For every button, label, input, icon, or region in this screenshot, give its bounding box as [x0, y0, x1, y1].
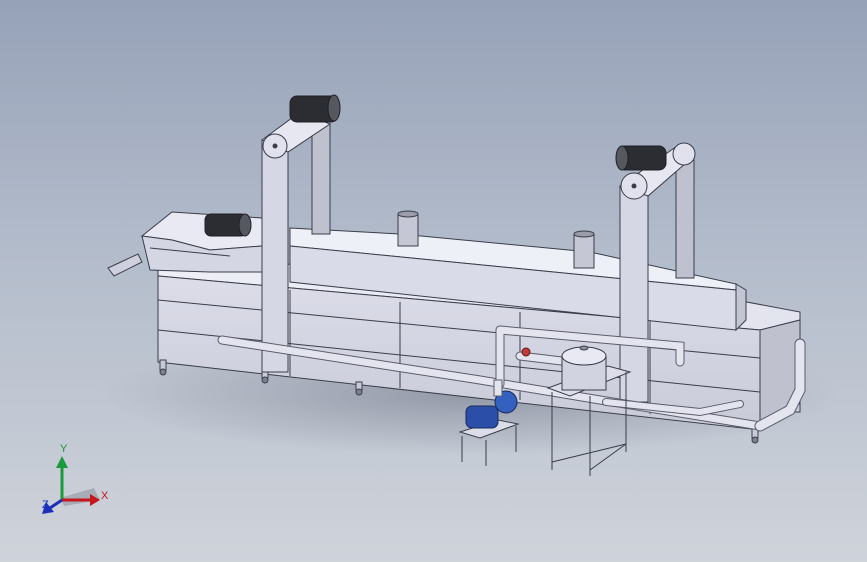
exhaust-stack-left [397, 213, 419, 247]
lift-column-front [619, 185, 649, 403]
caster [159, 368, 167, 376]
motor-end-cap [238, 213, 252, 237]
lift-motor-left[interactable] [289, 94, 341, 123]
lift-column-front [261, 139, 289, 373]
lift-motor-right[interactable] [615, 145, 667, 171]
fryer-assembly-model[interactable] [0, 0, 867, 562]
pump-outlet [493, 379, 503, 397]
filter-vessel-knob [579, 345, 589, 351]
motor-end-cap [327, 94, 341, 122]
caster [261, 376, 269, 384]
lift-pulley-back [672, 142, 696, 166]
pump-motor [465, 405, 499, 429]
caster [751, 436, 759, 444]
exhaust-stack-right [573, 233, 595, 269]
lift-column-back [311, 123, 331, 235]
x-axis-label: X [101, 490, 109, 502]
z-axis-label: Z [42, 499, 49, 511]
caster [355, 388, 363, 396]
motor-end-cap [615, 145, 629, 171]
exhaust-stack-left-top [397, 210, 419, 218]
lift-pulley-hub [631, 183, 637, 189]
z-axis-arrow [49, 498, 63, 510]
y-axis-head [56, 456, 68, 468]
hopper-motor[interactable] [204, 213, 252, 237]
lift-pulley-hub [272, 143, 278, 149]
valve-red[interactable] [521, 347, 531, 357]
infeed-chute [107, 253, 143, 277]
lift-column-back [675, 159, 695, 279]
cad-viewport[interactable]: X Y Z [0, 0, 867, 562]
y-axis-label: Y [60, 443, 68, 455]
exhaust-stack-right-top [573, 230, 595, 238]
